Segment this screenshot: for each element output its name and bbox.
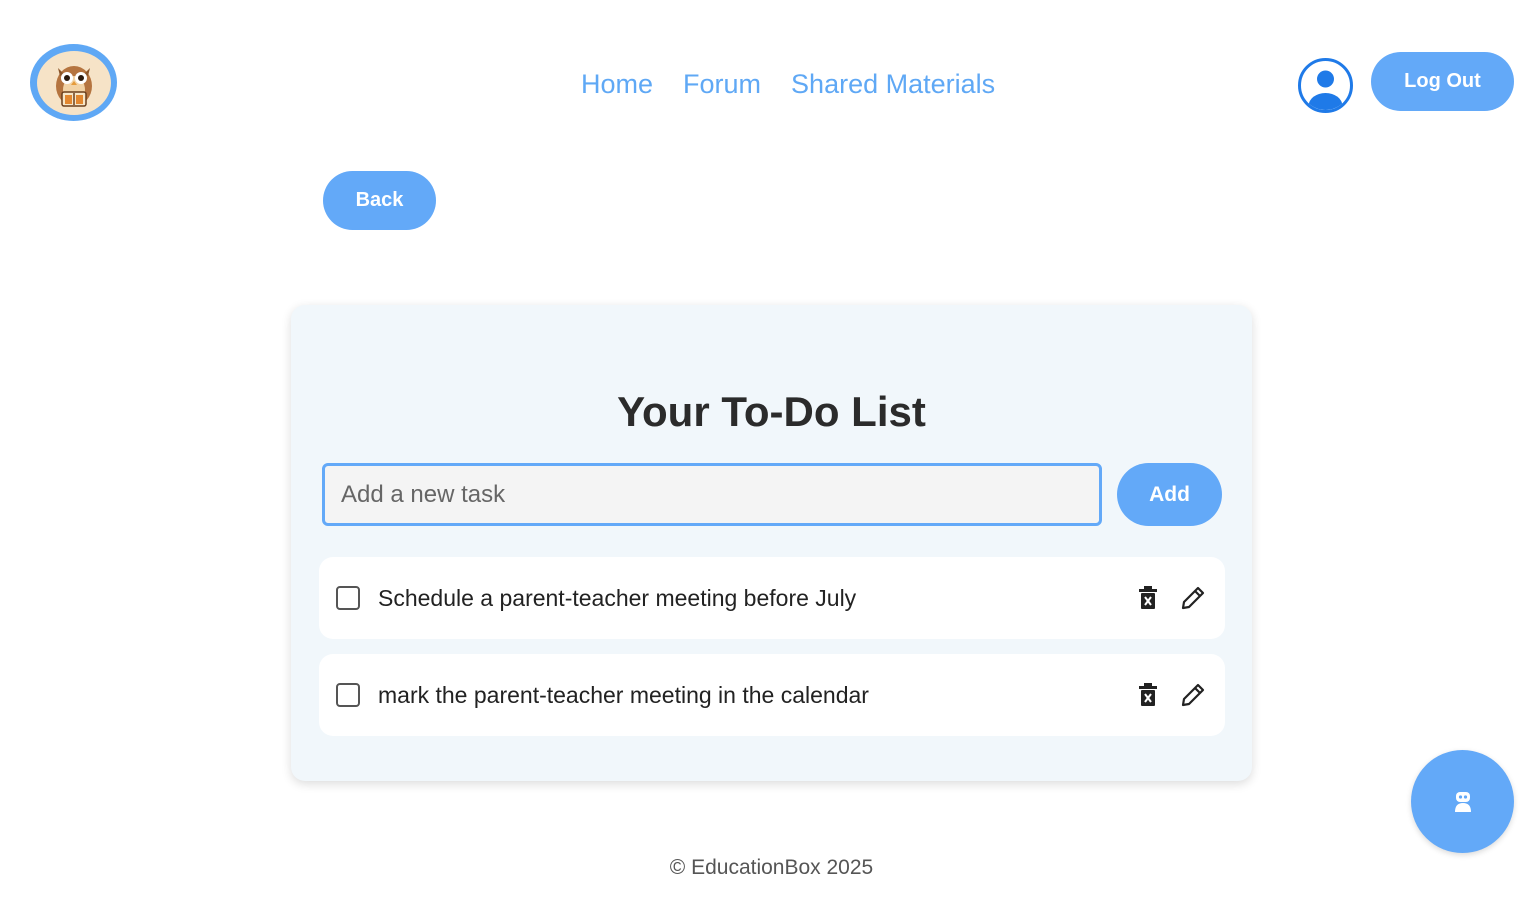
task-item: Schedule a parent-teacher meeting before… xyxy=(319,557,1225,639)
task-item: mark the parent-teacher meeting in the c… xyxy=(319,654,1225,736)
logo[interactable] xyxy=(30,44,117,121)
footer-copyright: © EducationBox 2025 xyxy=(669,856,874,879)
delete-task-button[interactable] xyxy=(1132,582,1164,614)
page: Home Forum Shared Materials Log Out Back… xyxy=(0,0,1521,900)
logout-button[interactable]: Log Out xyxy=(1371,52,1514,111)
todo-card: Your To-Do List Add Schedule a parent-te… xyxy=(291,305,1252,781)
trash-icon xyxy=(1139,586,1157,609)
task-text: Schedule a parent-teacher meeting before… xyxy=(378,584,857,611)
robot-icon xyxy=(1454,791,1471,812)
back-button[interactable]: Back xyxy=(323,171,436,230)
owl-reading-book-icon xyxy=(36,50,111,115)
trash-icon xyxy=(1139,683,1157,706)
nav-shared-materials[interactable]: Shared Materials xyxy=(791,68,995,100)
task-list: Schedule a parent-teacher meeting before… xyxy=(319,557,1225,736)
task-checkbox[interactable] xyxy=(336,586,360,610)
nav-forum[interactable]: Forum xyxy=(683,68,761,100)
task-text: mark the parent-teacher meeting in the c… xyxy=(378,681,869,708)
nav-home[interactable]: Home xyxy=(581,68,653,100)
new-task-input[interactable] xyxy=(322,463,1102,526)
add-task-button[interactable]: Add xyxy=(1117,463,1222,526)
chatbot-button[interactable] xyxy=(1411,750,1514,853)
pencil-icon xyxy=(1181,586,1205,610)
main-nav: Home Forum Shared Materials xyxy=(581,68,995,100)
pencil-icon xyxy=(1181,683,1205,707)
user-circle-icon[interactable] xyxy=(1298,58,1353,113)
task-checkbox[interactable] xyxy=(336,683,360,707)
edit-task-button[interactable] xyxy=(1177,679,1209,711)
delete-task-button[interactable] xyxy=(1132,679,1164,711)
edit-task-button[interactable] xyxy=(1177,582,1209,614)
page-title: Your To-Do List xyxy=(617,388,926,435)
